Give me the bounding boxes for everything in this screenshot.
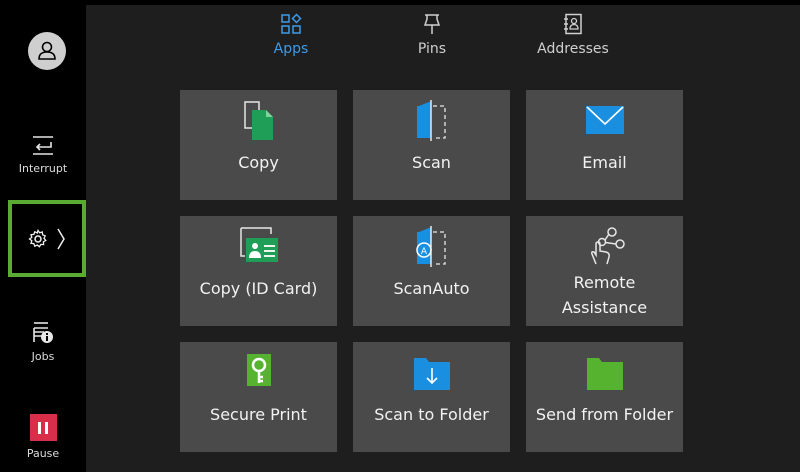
jobs-icon xyxy=(33,322,53,343)
tile-label: Scan xyxy=(412,153,451,172)
gear-icon xyxy=(28,228,47,248)
tile-label: Email xyxy=(582,153,627,172)
id-card-copy-icon xyxy=(235,224,283,268)
app-tile-scan[interactable]: Scan xyxy=(353,90,510,200)
tab-apps[interactable]: Apps xyxy=(236,13,346,57)
tile-label: Copy (ID Card) xyxy=(199,279,318,298)
app-tile-scan-to-folder[interactable]: Scan to Folder xyxy=(353,342,510,452)
app-tile-send-from-folder[interactable]: Send from Folder xyxy=(526,342,683,452)
app-tile-remote-assistance[interactable]: Remote Assistance xyxy=(526,216,683,326)
interrupt-icon xyxy=(33,136,53,155)
jobs-button[interactable]: Jobs xyxy=(0,320,86,363)
pause-label: Pause xyxy=(26,447,60,460)
secure-print-icon xyxy=(237,350,281,394)
main-panel: Apps Pins Addresses Copy Scan Email Copy… xyxy=(86,5,800,472)
send-from-folder-icon xyxy=(581,350,629,394)
remote-assistance-icon xyxy=(582,224,628,268)
tile-label: Send from Folder xyxy=(535,405,674,424)
address-book-icon xyxy=(564,13,582,35)
interrupt-label: Interrupt xyxy=(18,162,68,175)
tile-label: Secure Print xyxy=(210,405,307,424)
scan-icon xyxy=(409,98,455,142)
user-icon xyxy=(38,41,56,60)
scan-auto-icon: A xyxy=(409,224,455,268)
app-tile-email[interactable]: Email xyxy=(526,90,683,200)
app-tile-secure-print[interactable]: Secure Print xyxy=(180,342,337,452)
scan-to-folder-icon xyxy=(408,350,456,394)
left-rail: Interrupt Jobs Pause xyxy=(0,0,86,472)
app-tile-copy[interactable]: Copy xyxy=(180,90,337,200)
apps-grid-icon xyxy=(281,13,302,34)
tile-label: Scan to Folder xyxy=(374,405,489,424)
app-tile-copy-id-card[interactable]: Copy (ID Card) xyxy=(180,216,337,326)
tab-pins[interactable]: Pins xyxy=(377,13,487,57)
tile-label: Remote Assistance xyxy=(561,273,648,317)
chevron-right-icon xyxy=(57,228,65,249)
tile-label: ScanAuto xyxy=(393,279,470,298)
app-tile-scanauto[interactable]: A ScanAuto xyxy=(353,216,510,326)
tab-apps-label: Apps xyxy=(273,41,309,57)
device-settings-button[interactable] xyxy=(8,200,86,277)
tab-addresses-label: Addresses xyxy=(537,41,609,57)
pin-icon xyxy=(423,14,441,34)
email-icon xyxy=(582,98,628,142)
pause-button[interactable]: Pause xyxy=(0,414,86,460)
tile-label: Copy xyxy=(238,153,279,172)
jobs-label: Jobs xyxy=(31,350,55,363)
interrupt-button[interactable]: Interrupt xyxy=(0,134,86,175)
copy-icon xyxy=(237,98,281,142)
pause-icon xyxy=(29,414,57,441)
user-avatar[interactable] xyxy=(28,32,66,70)
tab-pins-label: Pins xyxy=(417,41,447,57)
svg-text:A: A xyxy=(420,247,427,257)
tab-addresses[interactable]: Addresses xyxy=(518,13,628,57)
